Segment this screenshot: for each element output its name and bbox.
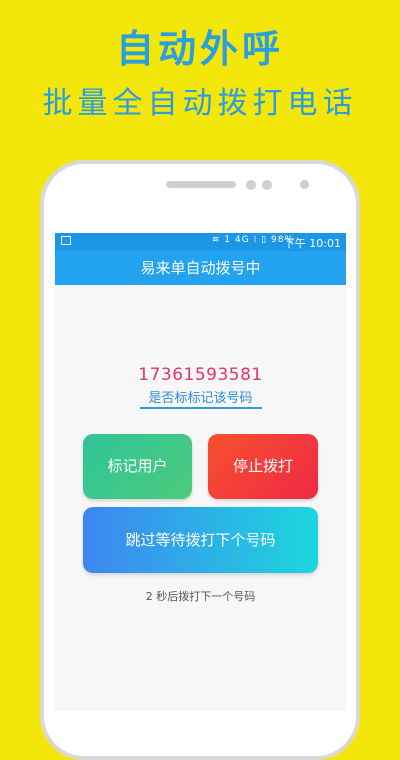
countdown-text: 2 秒后拨打下一个号码 (145, 590, 256, 603)
mark-user-button[interactable]: 标记用户 (83, 434, 192, 499)
status-bar: ≋ 1 4G ⁞ ▯ 98% 下午 10:01 (55, 233, 346, 251)
phone-front-sensor (300, 180, 309, 189)
phone-screen: ≋ 1 4G ⁞ ▯ 98% 下午 10:01 易来单自动拨号中 1736159… (55, 233, 346, 711)
skip-next-button[interactable]: 跳过等待拨打下个号码 (83, 507, 318, 573)
banner-subtitle: 批量全自动拨打电话 (42, 86, 358, 121)
app-title: 易来单自动拨号中 (55, 251, 346, 285)
phone-speaker (166, 181, 236, 188)
mark-number-hint: 是否标标记该号码 (148, 391, 253, 406)
status-time: 下午 10:01 (283, 237, 341, 250)
phone-number: 17361593581 (138, 365, 263, 385)
number-underline (140, 407, 262, 409)
gallery-icon (61, 236, 71, 245)
phone-sensor (246, 180, 256, 190)
status-icons: ≋ 1 4G ⁞ ▯ 98% (211, 235, 294, 245)
banner-title: 自动外呼 (115, 27, 284, 71)
phone-camera (262, 180, 272, 190)
stop-dialing-button[interactable]: 停止拨打 (208, 434, 318, 499)
